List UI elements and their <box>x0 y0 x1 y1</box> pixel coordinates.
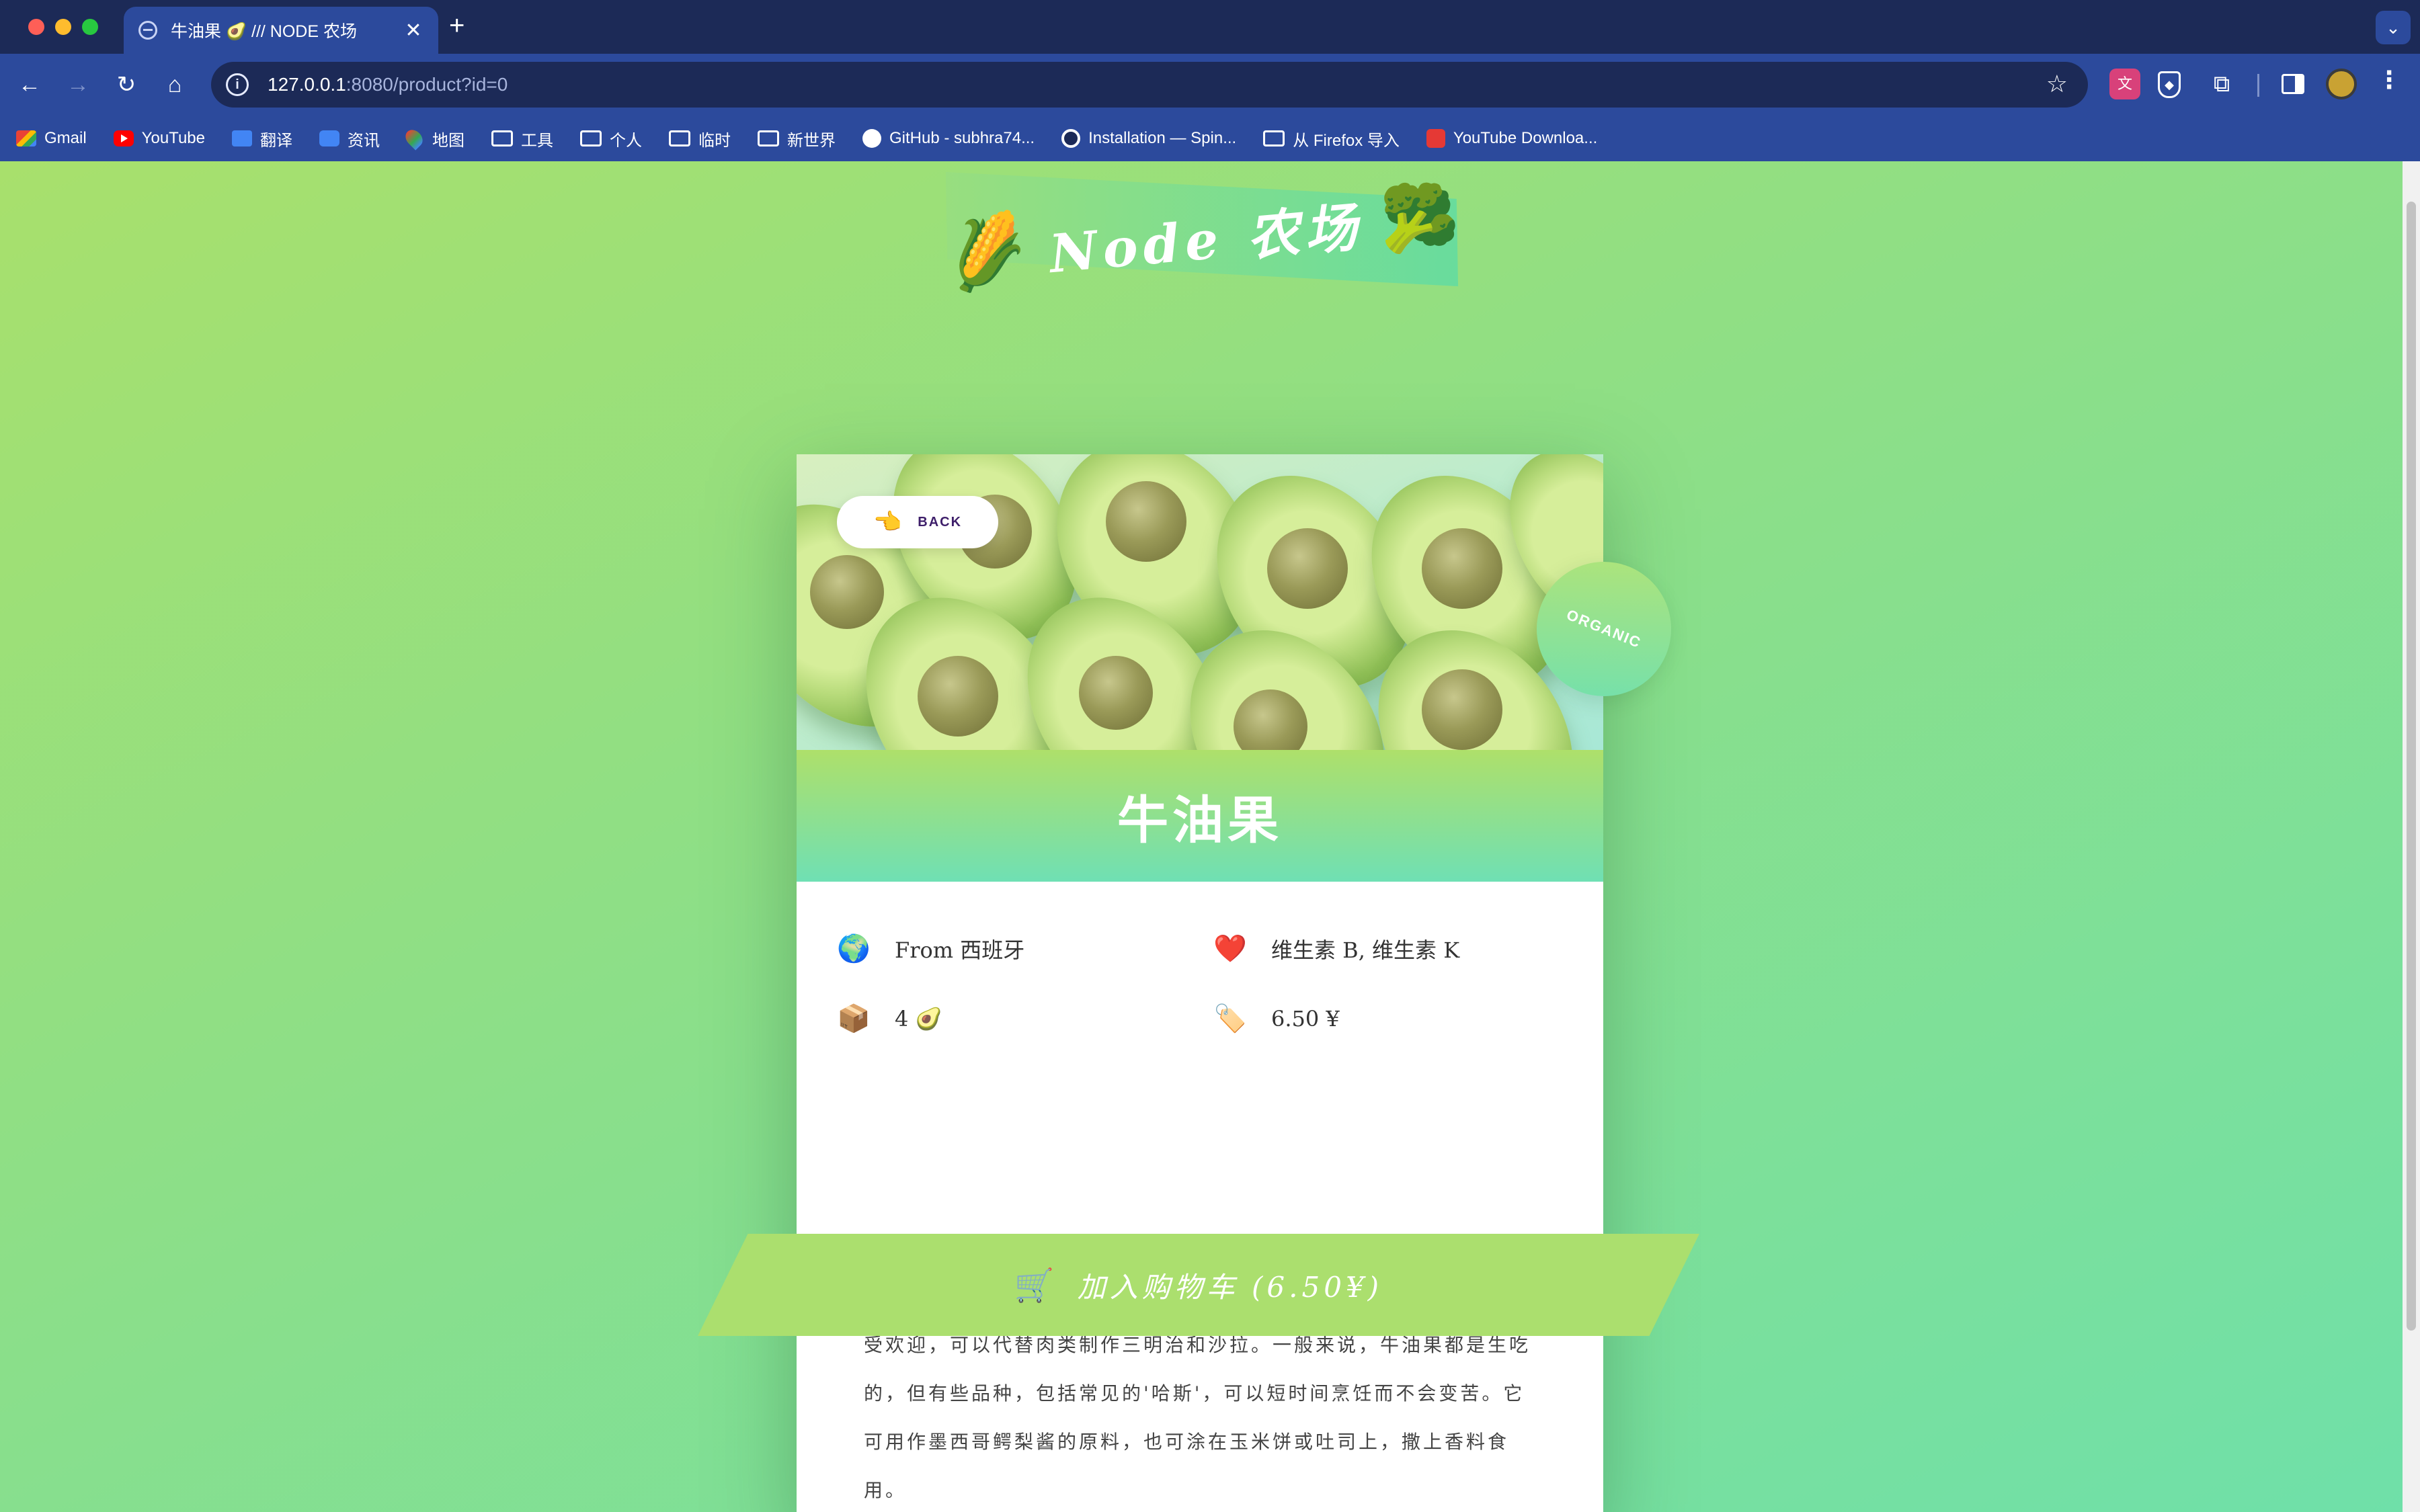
scrollbar-thumb[interactable] <box>2407 202 2416 1331</box>
bookmark-news[interactable]: 资讯 <box>319 127 380 151</box>
quantity-text: 4 🥑 <box>895 1005 942 1032</box>
bookmark-folder-personal[interactable]: 个人 <box>579 127 642 151</box>
gmail-icon <box>16 130 36 146</box>
heart-icon: ❤️ <box>1213 933 1247 964</box>
globe-icon <box>138 21 157 40</box>
page-viewport: 🌽 Node 农场 🥦 👈 BACK 牛油果 🌍 From 西班牙 ❤️ 维生素… <box>0 161 2403 1512</box>
extensions-puzzle-icon[interactable]: ⧉ <box>2206 69 2237 99</box>
product-title-band: 牛油果 <box>797 750 1603 882</box>
folder-icon <box>491 130 513 146</box>
translate-extension-icon[interactable]: 文 <box>2109 69 2140 99</box>
bookmark-label: 工具 <box>520 131 553 150</box>
product-image: 👈 BACK <box>797 454 1603 750</box>
bookmark-label: 地图 <box>432 131 465 150</box>
product-card: 👈 BACK 牛油果 🌍 From 西班牙 ❤️ 维生素 B, 维生素 K 📦 … <box>797 454 1603 1512</box>
tab-search-button[interactable]: ⌄ <box>2376 11 2411 44</box>
new-tab-button[interactable]: + <box>449 11 465 41</box>
origin-text: From 西班牙 <box>895 937 1025 963</box>
bookmark-label: 从 Firefox 导入 <box>1293 131 1400 150</box>
minimize-window-button[interactable] <box>55 19 71 35</box>
product-quantity: 📦 4 🥑 <box>837 1003 942 1034</box>
bookmark-folder-firefox[interactable]: 从 Firefox 导入 <box>1263 127 1400 151</box>
shield-extension-icon[interactable]: ◆ <box>2158 71 2181 98</box>
maps-icon <box>402 126 426 151</box>
folder-icon <box>1263 130 1285 146</box>
bookmark-label: 临时 <box>698 131 731 150</box>
bookmark-youtube[interactable]: YouTube <box>113 129 205 148</box>
forward-arrow-icon[interactable]: → <box>62 69 94 101</box>
news-icon <box>319 130 339 146</box>
bookmark-folder-tools[interactable]: 工具 <box>491 127 553 151</box>
bookmark-translate[interactable]: 翻译 <box>231 127 292 151</box>
url-host: 127.0.0.1 <box>268 74 346 95</box>
close-window-button[interactable] <box>28 19 44 35</box>
bookmark-github[interactable]: GitHub - subhra74... <box>862 129 1035 148</box>
broccoli-icon: 🥦 <box>1379 183 1460 255</box>
product-nutrients: ❤️ 维生素 B, 维生素 K <box>1213 933 1459 964</box>
maximize-window-button[interactable] <box>82 19 98 35</box>
browser-toolbar: ← → ↻ ⌂ i 127.0.0.1:8080/product?id=0 ☆ … <box>0 54 2420 116</box>
bookmark-maps[interactable]: 地图 <box>402 126 465 151</box>
bookmark-label: GitHub - subhra74... <box>889 129 1035 147</box>
add-to-cart-label: 加入购物车 (6.50¥) <box>1077 1270 1383 1304</box>
folder-icon <box>668 130 690 146</box>
browser-titlebar: 牛油果 🥑 /// NODE 农场 ✕ + ⌄ <box>0 0 2420 54</box>
product-origin: 🌍 From 西班牙 <box>837 933 1024 964</box>
active-tab[interactable]: 牛油果 🥑 /// NODE 农场 ✕ <box>124 7 438 54</box>
youtube-icon <box>113 130 134 146</box>
add-to-cart-button[interactable]: 🛒 加入购物车 (6.50¥) <box>698 1234 1699 1336</box>
product-price: 🏷️ 6.50 ¥ <box>1213 1003 1340 1034</box>
github-icon <box>862 129 881 148</box>
side-panel-icon[interactable] <box>2277 69 2308 99</box>
globe-icon: 🌍 <box>837 933 871 964</box>
bookmark-label: YouTube <box>141 129 205 147</box>
product-name: 牛油果 <box>1117 790 1283 850</box>
bookmark-gmail[interactable]: Gmail <box>16 129 87 148</box>
folder-icon <box>757 130 779 146</box>
url-text[interactable]: 127.0.0.1:8080/product?id=0 <box>268 74 508 95</box>
bookmark-label: Gmail <box>44 129 87 147</box>
profile-avatar[interactable] <box>2326 69 2357 99</box>
home-icon[interactable]: ⌂ <box>159 69 191 101</box>
bookmark-folder-newworld[interactable]: 新世界 <box>757 127 836 151</box>
bookmark-label: 个人 <box>609 131 642 150</box>
download-icon <box>1426 129 1445 148</box>
toolbar-divider <box>2257 74 2259 97</box>
tab-title: 牛油果 🥑 /// NODE 农场 <box>171 22 357 41</box>
site-info-icon[interactable]: i <box>226 73 249 96</box>
pointing-hand-icon: 👈 <box>873 509 903 535</box>
back-label: BACK <box>918 514 963 530</box>
menu-kebab-icon[interactable]: ⋮ <box>2377 66 2401 94</box>
bookmark-label: Installation — Spin... <box>1088 129 1237 147</box>
spin-icon <box>1061 129 1081 148</box>
bookmark-star-icon[interactable]: ☆ <box>2046 70 2068 98</box>
bookmarks-bar: Gmail YouTube 翻译 资讯 地图 工具 个人 临时 新世界 GitH… <box>0 116 2420 161</box>
folder-icon <box>579 130 602 146</box>
url-path: :8080/product?id=0 <box>346 74 508 95</box>
back-arrow-icon[interactable]: ← <box>13 69 46 101</box>
bookmark-label: 翻译 <box>259 131 292 150</box>
bookmark-installation[interactable]: Installation — Spin... <box>1061 129 1236 148</box>
translate-icon <box>231 130 252 146</box>
package-icon: 📦 <box>837 1003 871 1034</box>
price-tag-icon: 🏷️ <box>1213 1003 1247 1034</box>
bookmark-label: 资讯 <box>347 131 380 150</box>
bookmark-label: YouTube Downloa... <box>1453 129 1598 147</box>
bookmark-label: 新世界 <box>787 131 836 150</box>
reload-icon[interactable]: ↻ <box>110 69 143 101</box>
close-tab-icon[interactable]: ✕ <box>403 19 424 42</box>
bookmark-yt-downloader[interactable]: YouTube Downloa... <box>1426 129 1597 148</box>
nutrients-text: 维生素 B, 维生素 K <box>1271 937 1460 963</box>
back-button[interactable]: 👈 BACK <box>837 496 998 548</box>
address-bar[interactable]: i 127.0.0.1:8080/product?id=0 ☆ <box>211 62 2088 108</box>
price-text: 6.50 ¥ <box>1271 1005 1340 1032</box>
shopping-cart-icon: 🛒 <box>1014 1267 1055 1304</box>
bookmark-folder-temp[interactable]: 临时 <box>668 127 731 151</box>
